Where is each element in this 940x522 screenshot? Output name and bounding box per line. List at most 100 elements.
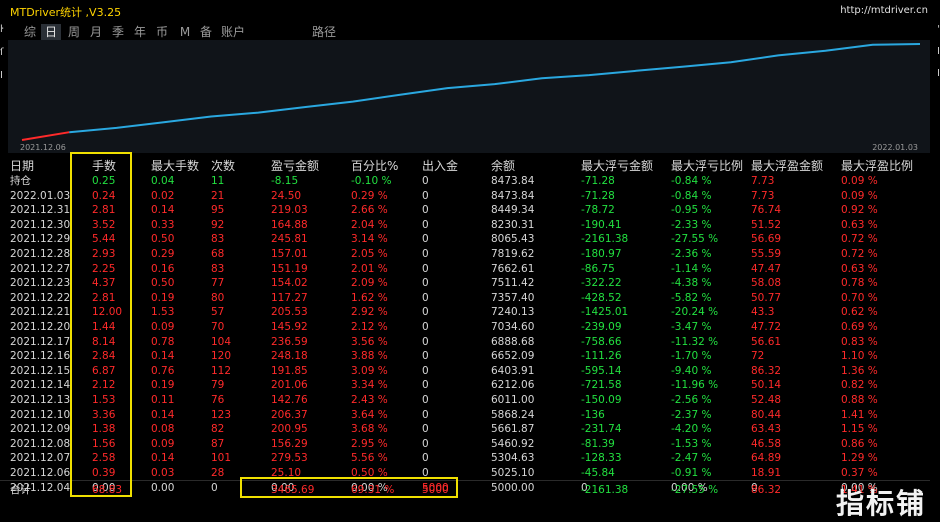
table-row[interactable]: 2021.12.21 12.00 1.53 57 205.53 2.92 % 0 7240.1…	[0, 305, 930, 320]
table-row[interactable]: 2021.12.08 1.56 0.09 87 156.29 2.95 % 0 5460.92…	[0, 437, 930, 452]
cell-pnl: -8.15	[271, 175, 299, 187]
totals-highlight	[240, 477, 458, 498]
cell-max-float-loss-pct: -11.32 %	[671, 335, 719, 348]
cell-deposit: 0	[422, 204, 429, 217]
cell-pct: 2.04 %	[351, 218, 388, 231]
tab-2[interactable]: 周	[64, 24, 84, 41]
table-row[interactable]: 2022.01.03 0.24 0.02 21 24.50 0.29 % 0 8473.84-…	[0, 189, 930, 204]
cell-max-float-loss: -322.22	[581, 277, 622, 290]
table-row[interactable]: 持仓 0.25 0.04 11 -8.15 -0.10 % 0 8473.84 -71.28 -0…	[0, 174, 930, 189]
table-row[interactable]: 2021.12.14 2.12 0.19 79 201.06 3.34 % 0 6212.06…	[0, 378, 930, 393]
table-row[interactable]: 2021.12.07 2.58 0.14 101 279.53 5.56 % 0 5304.6…	[0, 451, 930, 466]
balance-curve-svg	[21, 43, 921, 141]
cell-balance: 5661.87	[491, 423, 535, 436]
table-row[interactable]: 2021.12.30 3.52 0.33 92 164.88 2.04 % 0 8230.31…	[0, 218, 930, 233]
table-row[interactable]: 2021.12.13 1.53 0.11 76 142.76 2.43 % 0 6011.00…	[0, 393, 930, 408]
table-row[interactable]: 2021.12.28 2.93 0.29 68 157.01 2.05 % 0 7819.62…	[0, 247, 930, 262]
table-row[interactable]: 2021.12.15 6.87 0.76 112 191.85 3.09 % 0 6403.9…	[0, 364, 930, 379]
cell-date: 2021.12.29	[10, 233, 71, 246]
cell-max-lots: 0.19	[151, 379, 175, 392]
cell-balance: 7357.40	[491, 291, 535, 304]
table-row[interactable]: 2021.12.17 8.14 0.78 104 236.59 3.56 % 0 6888.6…	[0, 335, 930, 350]
cell-count: 104	[211, 335, 232, 348]
cell-max-float-loss-pct: -20.24 %	[671, 306, 719, 319]
table-row[interactable]: 2021.12.20 1.44 0.09 70 145.92 2.12 % 0 7034.60…	[0, 320, 930, 335]
cell-max-lots: 1.53	[151, 306, 175, 319]
cell-count: 95	[211, 204, 225, 217]
table-row[interactable]: 2021.12.29 5.44 0.50 83 245.81 3.14 % 0 8065.43…	[0, 232, 930, 247]
cell-pnl: 157.01	[271, 248, 308, 260]
column-header-date[interactable]: 日期	[10, 158, 34, 173]
cell-max-float-loss: -239.09	[581, 321, 622, 333]
table-row[interactable]: 2021.12.22 2.81 0.19 80 117.27 1.62 % 0 7357.40…	[0, 291, 930, 306]
tab-8[interactable]: 备	[196, 24, 216, 41]
table-row[interactable]: 2021.12.06 0.39 0.03 28 25.10 0.50 % 0 5025.10-…	[0, 466, 930, 481]
cell-pnl: 164.88	[271, 218, 308, 231]
cell-date: 2021.12.07	[10, 452, 71, 465]
cell-max-lots: 0.19	[151, 291, 175, 304]
cell-deposit: 0	[422, 408, 429, 421]
cell-pnl: 201.06	[271, 379, 308, 392]
cell-count: 123	[211, 408, 232, 421]
column-header-pct[interactable]: 百分比%	[351, 158, 398, 173]
cell-balance: 8449.34	[491, 204, 535, 217]
cell-pnl: 248.18	[271, 350, 308, 363]
table-row[interactable]: 2021.12.31 2.81 0.14 95 219.03 2.66 % 0 8449.34…	[0, 203, 930, 218]
total-max-float-loss-pct: -27.55 %	[671, 484, 719, 496]
cell-pnl: 279.53	[271, 452, 308, 465]
cell-count: 120	[211, 350, 232, 363]
cell-deposit: 0	[422, 437, 429, 450]
cell-balance: 5304.63	[491, 452, 535, 465]
tab-1[interactable]: 日	[41, 24, 61, 41]
cell-pct: 2.95 %	[351, 437, 388, 450]
cell-count: 57	[211, 306, 225, 319]
column-header-max-lots[interactable]: 最大手数	[151, 158, 199, 173]
column-header-pnl[interactable]: 盈亏金额	[271, 158, 319, 173]
column-header-max-float-profit-pct[interactable]: 最大浮盈比例	[841, 158, 913, 173]
cell-max-float-loss: -1425.01	[581, 306, 629, 319]
table-row[interactable]: 2021.12.27 2.25 0.16 83 151.19 2.01 % 0 7662.61…	[0, 262, 930, 277]
table-row[interactable]: 2021.12.23 4.37 0.50 77 154.02 2.09 % 0 7511.42…	[0, 276, 930, 291]
cell-pct: 0.29 %	[351, 189, 388, 202]
column-header-max-float-loss[interactable]: 最大浮亏金额	[581, 158, 653, 173]
cell-date: 2022.01.03	[10, 189, 71, 202]
cell-balance: 6888.68	[491, 335, 535, 348]
tab-5[interactable]: 年	[130, 24, 150, 41]
cell-count: 76	[211, 394, 225, 406]
tab-0[interactable]: 综	[20, 24, 40, 41]
total-row: 合计 68.83 3465.69 69.31 % 5000 -2161.38 -27.55 …	[0, 480, 930, 497]
cell-max-float-loss-pct: -2.47 %	[671, 452, 712, 465]
cell-max-float-loss-pct: -1.53 %	[671, 437, 712, 450]
tab-4[interactable]: 季	[108, 24, 128, 41]
site-url-link[interactable]: http://mtdriver.cn	[840, 5, 928, 16]
cell-max-float-loss: -111.26	[581, 350, 622, 363]
cell-pct: 3.14 %	[351, 233, 388, 246]
cell-max-lots: 0.09	[151, 437, 175, 450]
cell-max-lots: 0.09	[151, 321, 175, 333]
cell-pct: 2.01 %	[351, 262, 388, 275]
cell-max-float-loss: -81.39	[581, 437, 615, 450]
table-row[interactable]: 2021.12.10 3.36 0.14 123 206.37 3.64 % 0 5868.2…	[0, 408, 930, 423]
table-row[interactable]: 2021.12.09 1.38 0.08 82 200.95 3.68 % 0 5661.87…	[0, 422, 930, 437]
tab-6[interactable]: 币	[152, 24, 172, 41]
cell-balance: 7240.13	[491, 306, 535, 319]
tab-9[interactable]: 账户	[218, 24, 248, 41]
total-date: 合计	[10, 484, 31, 496]
column-header-max-float-profit[interactable]: 最大浮盈金额	[751, 158, 823, 173]
column-header-balance[interactable]: 余额	[491, 158, 515, 173]
tab-10[interactable]: 路径	[307, 24, 341, 41]
column-header-max-float-loss-pct[interactable]: 最大浮亏比例	[671, 158, 743, 173]
cell-pnl: 117.27	[271, 291, 308, 304]
cell-deposit: 0	[422, 321, 429, 333]
table-row[interactable]: 2021.12.16 2.84 0.14 120 248.18 3.88 % 0 6652.0…	[0, 349, 930, 364]
cell-date: 2021.12.13	[10, 394, 71, 406]
cell-date: 2021.12.22	[10, 291, 71, 304]
cell-max-float-profit-pct: 0.83 %	[841, 335, 878, 348]
tab-7[interactable]: M	[176, 24, 194, 41]
cell-pct: -0.10 %	[351, 175, 392, 187]
cell-date: 2021.12.28	[10, 248, 71, 260]
column-header-count[interactable]: 次数	[211, 158, 235, 173]
lots-column-highlight	[70, 152, 132, 497]
tab-3[interactable]: 月	[86, 24, 106, 41]
column-header-deposit[interactable]: 出入金	[422, 158, 458, 173]
